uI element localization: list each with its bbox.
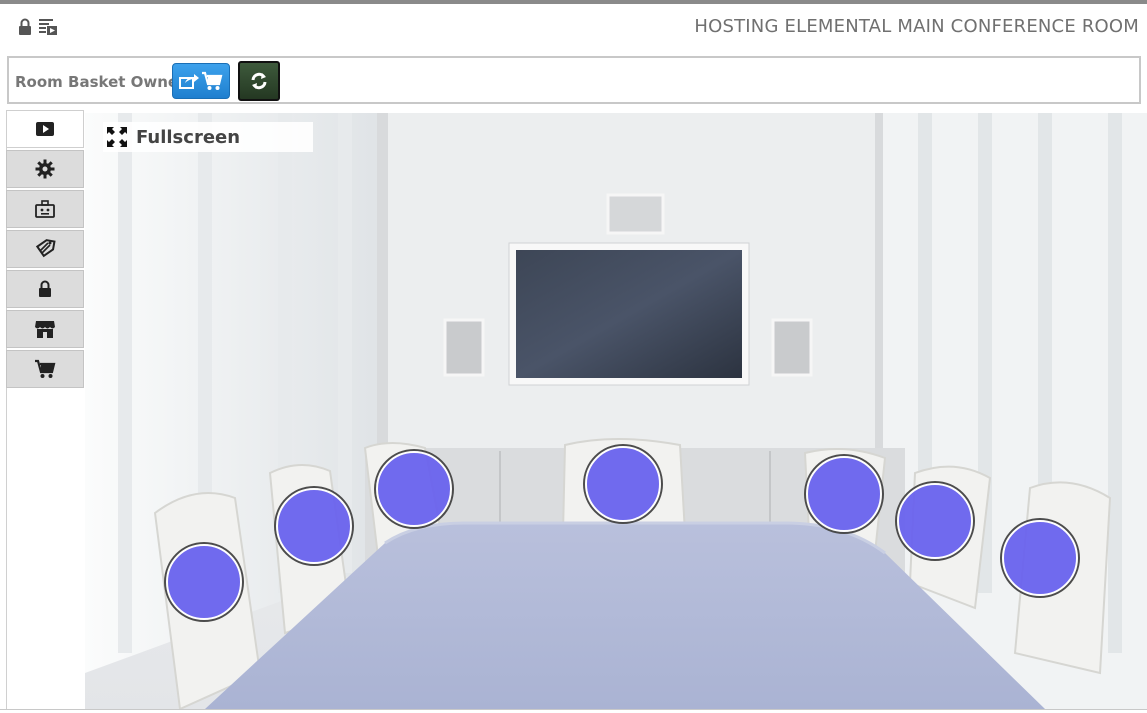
toolbar: Room Basket Owner <box>7 56 1141 104</box>
sidebar <box>6 110 84 390</box>
fullscreen-label: Fullscreen <box>136 126 241 148</box>
room-basket-owner-label: Room Basket Owner <box>15 73 186 91</box>
store-icon <box>35 321 55 338</box>
refresh-icon <box>251 72 267 90</box>
conference-room-image <box>85 113 1147 709</box>
header: HOSTING ELEMENTAL MAIN CONFERENCE ROOM <box>0 4 1147 52</box>
sidebar-item-tags[interactable] <box>6 230 84 268</box>
seat-3[interactable] <box>376 451 452 527</box>
seat-1[interactable] <box>166 544 242 620</box>
bottom-rule <box>0 709 1147 710</box>
expand-icon <box>107 127 127 147</box>
fullscreen-button[interactable]: Fullscreen <box>103 122 313 152</box>
header-icons <box>18 17 58 42</box>
sidebar-item-id-badge[interactable] <box>6 190 84 228</box>
sidebar-item-store[interactable] <box>6 310 84 348</box>
page-title: HOSTING ELEMENTAL MAIN CONFERENCE ROOM <box>694 16 1139 37</box>
refresh-button[interactable] <box>238 61 280 101</box>
cart-icon <box>35 359 56 378</box>
tags-icon <box>35 239 56 258</box>
sidebar-item-cart[interactable] <box>6 350 84 388</box>
share-icon <box>179 74 199 89</box>
sidebar-item-play[interactable] <box>6 110 84 148</box>
cart-icon <box>202 71 223 90</box>
share-basket-button[interactable] <box>172 63 230 99</box>
list-play-icon[interactable] <box>38 17 58 42</box>
lock-icon[interactable] <box>18 18 32 41</box>
conference-room-view: Fullscreen <box>85 113 1147 709</box>
lock-icon <box>39 280 51 297</box>
sidebar-item-lock[interactable] <box>6 270 84 308</box>
sidebar-item-settings[interactable] <box>6 150 84 188</box>
seat-2[interactable] <box>276 488 352 564</box>
seat-7[interactable] <box>1002 520 1078 596</box>
seat-4[interactable] <box>585 446 661 522</box>
id-badge-icon <box>35 200 55 218</box>
seat-5[interactable] <box>806 456 882 532</box>
gear-icon <box>35 159 55 179</box>
play-icon <box>36 122 54 136</box>
seat-6[interactable] <box>897 483 973 559</box>
